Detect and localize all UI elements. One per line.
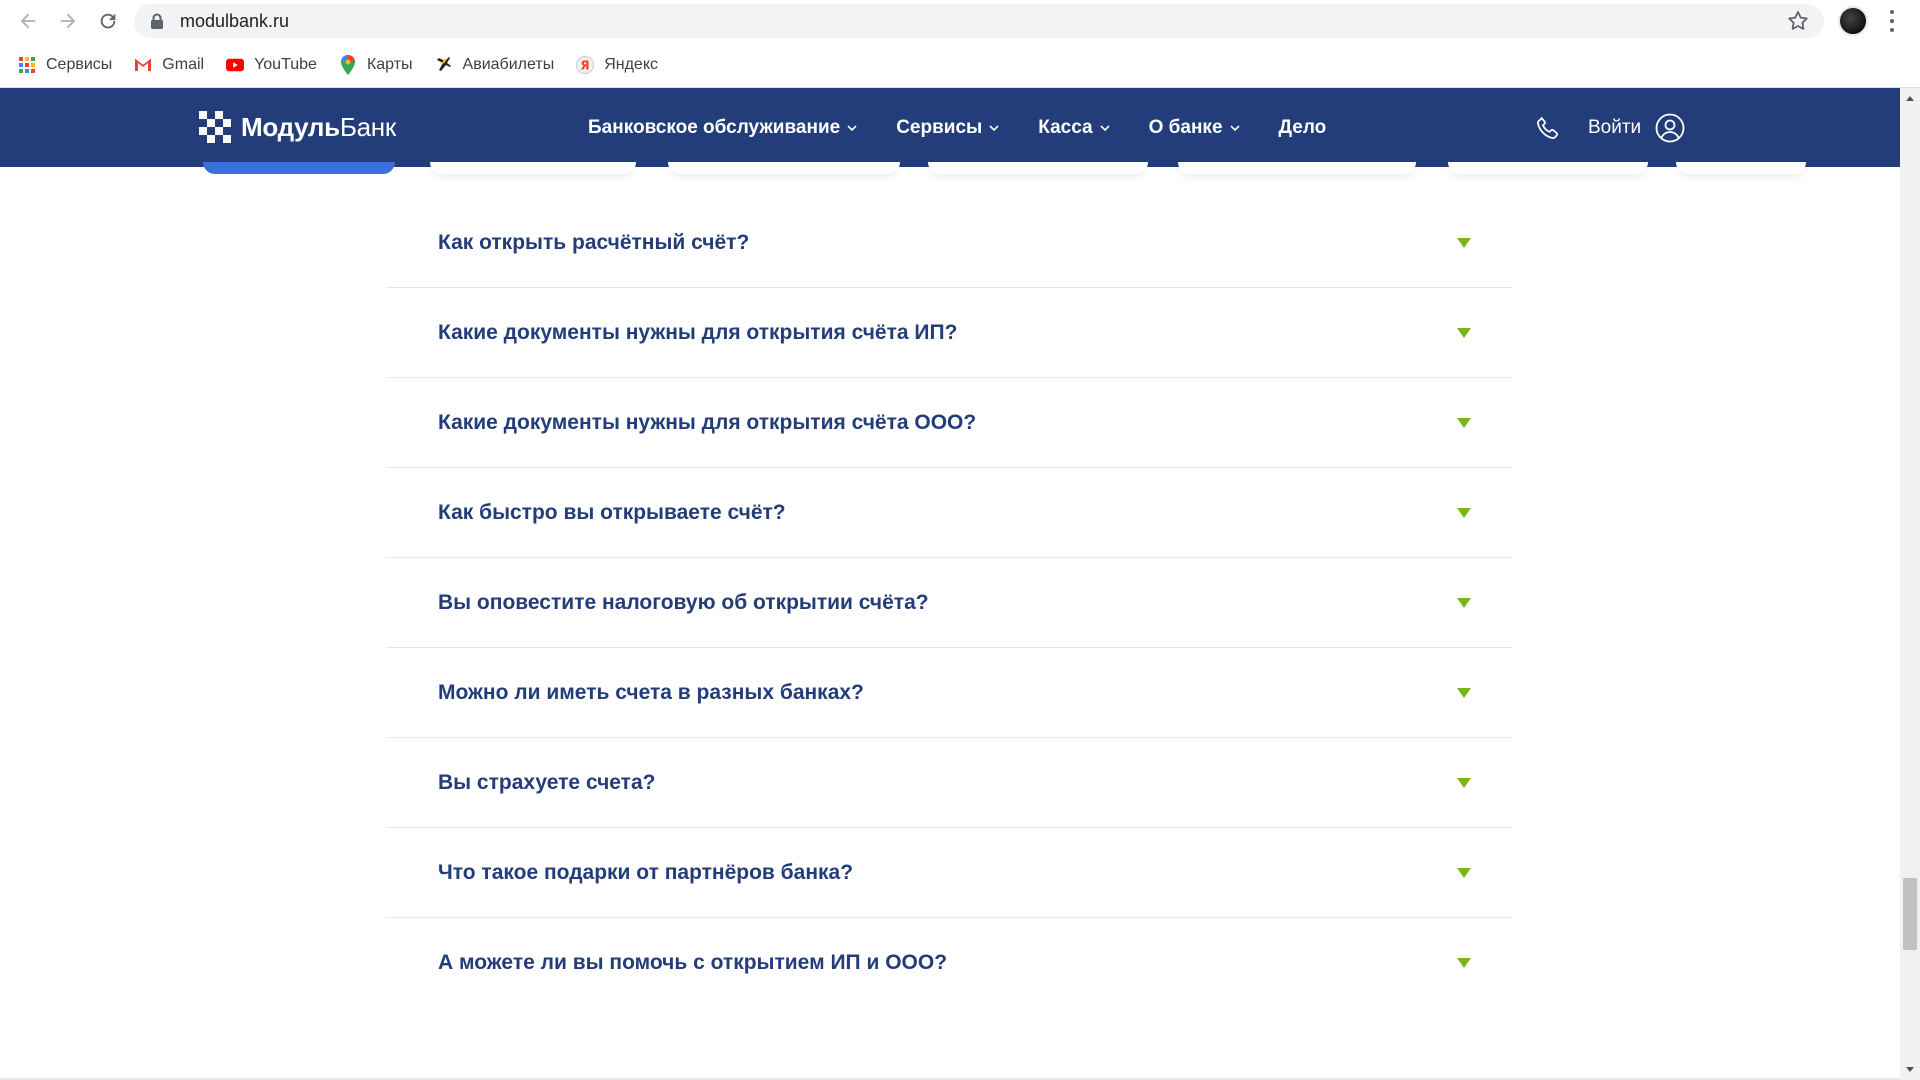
nav-item-label: О банке — [1148, 116, 1223, 138]
faq-question: А можете ли вы помочь с открытием ИП и О… — [438, 951, 948, 974]
faq-item[interactable]: А можете ли вы помочь с открытием ИП и О… — [386, 918, 1512, 1008]
nav-item-label: Касса — [1038, 116, 1093, 138]
bookmark-label: Авиабилеты — [462, 55, 555, 73]
user-icon[interactable] — [1655, 113, 1685, 143]
logo-text-bold: Модуль — [241, 111, 340, 142]
triangle-down-icon — [1457, 237, 1471, 248]
chevron-down-icon — [1229, 124, 1240, 131]
page-scrollbar[interactable] — [1900, 88, 1920, 1080]
profile-avatar[interactable] — [1838, 6, 1868, 36]
faq-item[interactable]: Какие документы нужны для открытия счёта… — [386, 378, 1512, 468]
plane-icon — [435, 56, 453, 74]
header-actions: Войти — [1534, 88, 1685, 167]
bookmark-avia[interactable]: Авиабилеты — [435, 55, 555, 74]
bookmark-gmail[interactable]: Gmail — [134, 56, 204, 74]
gmail-icon — [134, 56, 152, 74]
main-nav: Банковское обслуживание Сервисы Касса О … — [588, 88, 1364, 167]
bookmark-yandex[interactable]: Я Яндекс — [576, 55, 658, 74]
bookmark-services[interactable]: Сервисы — [18, 56, 112, 74]
faq-question: Можно ли иметь счета в разных банках? — [438, 680, 864, 704]
faq-question: Что такое подарки от партнёров банка? — [438, 860, 854, 884]
faq-question: Вы страхуете счета? — [438, 770, 656, 794]
bookmarks-bar: Сервисы Gmail YouTube Карты Авиабилеты Я… — [0, 42, 1920, 88]
address-bar[interactable]: modulbank.ru — [134, 4, 1824, 38]
tab-peek[interactable] — [1448, 162, 1648, 174]
bookmark-label: YouTube — [254, 55, 317, 73]
faq-list: Как открыть расчётный счёт? Какие докуме… — [386, 198, 1512, 1008]
phone-icon[interactable] — [1534, 114, 1562, 142]
site-header: МодульБанк Банковское обслуживание Серви… — [0, 88, 1900, 167]
triangle-down-icon — [1457, 597, 1471, 608]
bookmark-label: Gmail — [162, 55, 205, 73]
triangle-down-icon — [1457, 327, 1471, 338]
arrow-left-icon — [20, 13, 36, 29]
faq-question: Как открыть расчётный счёт? — [438, 230, 750, 254]
login-link[interactable]: Войти — [1588, 117, 1641, 139]
nav-item-delo[interactable]: Дело — [1279, 117, 1327, 139]
apps-grid-icon — [18, 56, 36, 74]
youtube-icon — [226, 56, 245, 74]
modulbank-logo[interactable]: МодульБанк — [199, 111, 396, 143]
arrow-right-icon — [60, 13, 76, 29]
nav-item-kassa[interactable]: Касса — [1038, 117, 1110, 139]
browser-toolbar: modulbank.ru — [0, 0, 1920, 42]
svg-text:Я: Я — [581, 58, 590, 72]
scroll-down-arrow-icon[interactable] — [1905, 1064, 1915, 1074]
bookmark-label: Карты — [366, 55, 413, 73]
logo-text-light: Банк — [339, 111, 396, 142]
forward-button[interactable] — [48, 1, 88, 41]
logo-mark-icon — [199, 111, 231, 143]
bookmark-label: Яндекс — [604, 55, 658, 73]
reload-button[interactable] — [88, 1, 128, 41]
triangle-down-icon — [1457, 867, 1471, 878]
bookmark-star-icon[interactable] — [1786, 9, 1810, 33]
maps-pin-icon — [339, 54, 357, 75]
nav-item-label: Дело — [1278, 116, 1327, 138]
nav-item-banking[interactable]: Банковское обслуживание — [588, 117, 858, 139]
tab-active-peek[interactable] — [203, 162, 395, 174]
back-button[interactable] — [8, 1, 48, 41]
faq-question: Какие документы нужны для открытия счёта… — [438, 320, 958, 344]
nav-item-label: Сервисы — [896, 116, 983, 138]
faq-item[interactable]: Можно ли иметь счета в разных банках? — [386, 648, 1512, 738]
faq-item[interactable]: Что такое подарки от партнёров банка? — [386, 828, 1512, 918]
faq-item[interactable]: Как открыть расчётный счёт? — [386, 198, 1512, 288]
browser-menu-button[interactable] — [1882, 8, 1902, 34]
scrollbar-thumb[interactable] — [1903, 878, 1917, 950]
lock-icon — [151, 13, 163, 29]
nav-item-about[interactable]: О банке — [1149, 117, 1241, 139]
url-text: modulbank.ru — [180, 10, 290, 31]
faq-item[interactable]: Какие документы нужны для открытия счёта… — [386, 288, 1512, 378]
tab-peek[interactable] — [928, 162, 1148, 174]
nav-item-label: Банковское обслуживание — [588, 116, 841, 138]
yandex-icon: Я — [576, 55, 595, 74]
triangle-down-icon — [1457, 958, 1471, 968]
chevron-down-icon — [1100, 124, 1110, 131]
scroll-up-arrow-icon[interactable] — [1905, 94, 1915, 104]
faq-question: Вы оповестите налоговую об открытии счёт… — [438, 590, 929, 614]
chevron-down-icon — [989, 124, 999, 131]
chevron-down-icon — [847, 124, 857, 131]
tab-peek[interactable] — [1178, 162, 1416, 174]
faq-question: Какие документы нужны для открытия счёта… — [438, 410, 977, 434]
triangle-down-icon — [1457, 417, 1471, 428]
triangle-down-icon — [1457, 687, 1471, 698]
triangle-down-icon — [1457, 507, 1471, 518]
logo-text: МодульБанк — [241, 112, 396, 143]
tab-peek[interactable] — [430, 162, 636, 174]
faq-item[interactable]: Вы оповестите налоговую об открытии счёт… — [386, 558, 1512, 648]
tab-peek[interactable] — [668, 162, 900, 174]
faq-question: Как быстро вы открываете счёт? — [438, 500, 786, 524]
nav-item-services[interactable]: Сервисы — [896, 117, 1000, 139]
faq-item[interactable]: Вы страхуете счета? — [386, 738, 1512, 828]
bookmark-label: Сервисы — [46, 55, 113, 73]
reload-icon — [100, 13, 116, 29]
tab-peek[interactable] — [1676, 162, 1806, 174]
bookmark-youtube[interactable]: YouTube — [226, 56, 317, 74]
faq-item[interactable]: Как быстро вы открываете счёт? — [386, 468, 1512, 558]
triangle-down-icon — [1457, 777, 1471, 788]
bookmark-maps[interactable]: Карты — [339, 54, 413, 75]
